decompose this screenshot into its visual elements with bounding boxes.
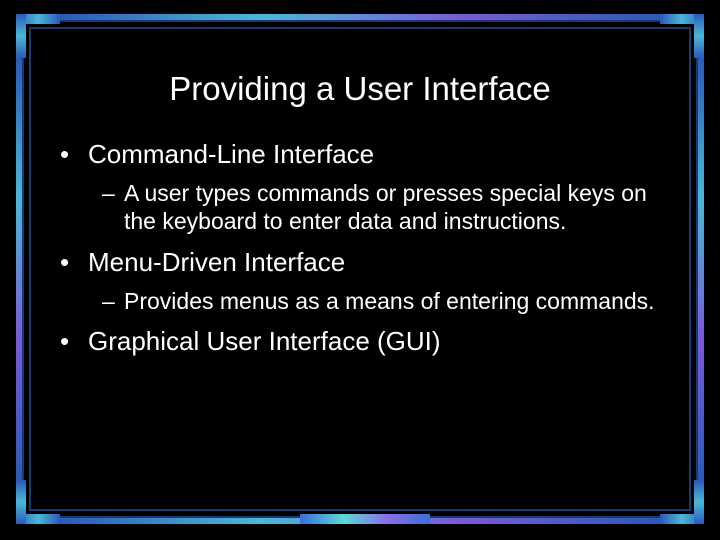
corner-decoration-icon xyxy=(660,14,704,58)
edge-decoration xyxy=(16,58,22,480)
corner-decoration-icon xyxy=(16,14,60,58)
bullet-item: Graphical User Interface (GUI) xyxy=(60,325,670,358)
bottom-accent-bar xyxy=(300,514,430,524)
sub-bullet-item: A user types commands or presses special… xyxy=(102,179,670,237)
bullet-item: Command-Line Interface A user types comm… xyxy=(60,138,670,236)
bullet-list: Command-Line Interface A user types comm… xyxy=(50,138,670,358)
slide-title: Providing a User Interface xyxy=(50,70,670,108)
corner-decoration-icon xyxy=(660,480,704,524)
sub-bullet-list: A user types commands or presses special… xyxy=(88,179,670,237)
edge-decoration xyxy=(60,14,660,20)
corner-decoration-icon xyxy=(16,480,60,524)
slide-content: Providing a User Interface Command-Line … xyxy=(50,70,670,368)
bullet-label: Graphical User Interface (GUI) xyxy=(88,326,441,356)
bullet-label: Menu-Driven Interface xyxy=(88,247,345,277)
bullet-item: Menu-Driven Interface Provides menus as … xyxy=(60,246,670,315)
bullet-label: Command-Line Interface xyxy=(88,139,374,169)
edge-decoration xyxy=(698,58,704,480)
sub-bullet-list: Provides menus as a means of entering co… xyxy=(88,287,670,316)
sub-bullet-item: Provides menus as a means of entering co… xyxy=(102,287,670,316)
